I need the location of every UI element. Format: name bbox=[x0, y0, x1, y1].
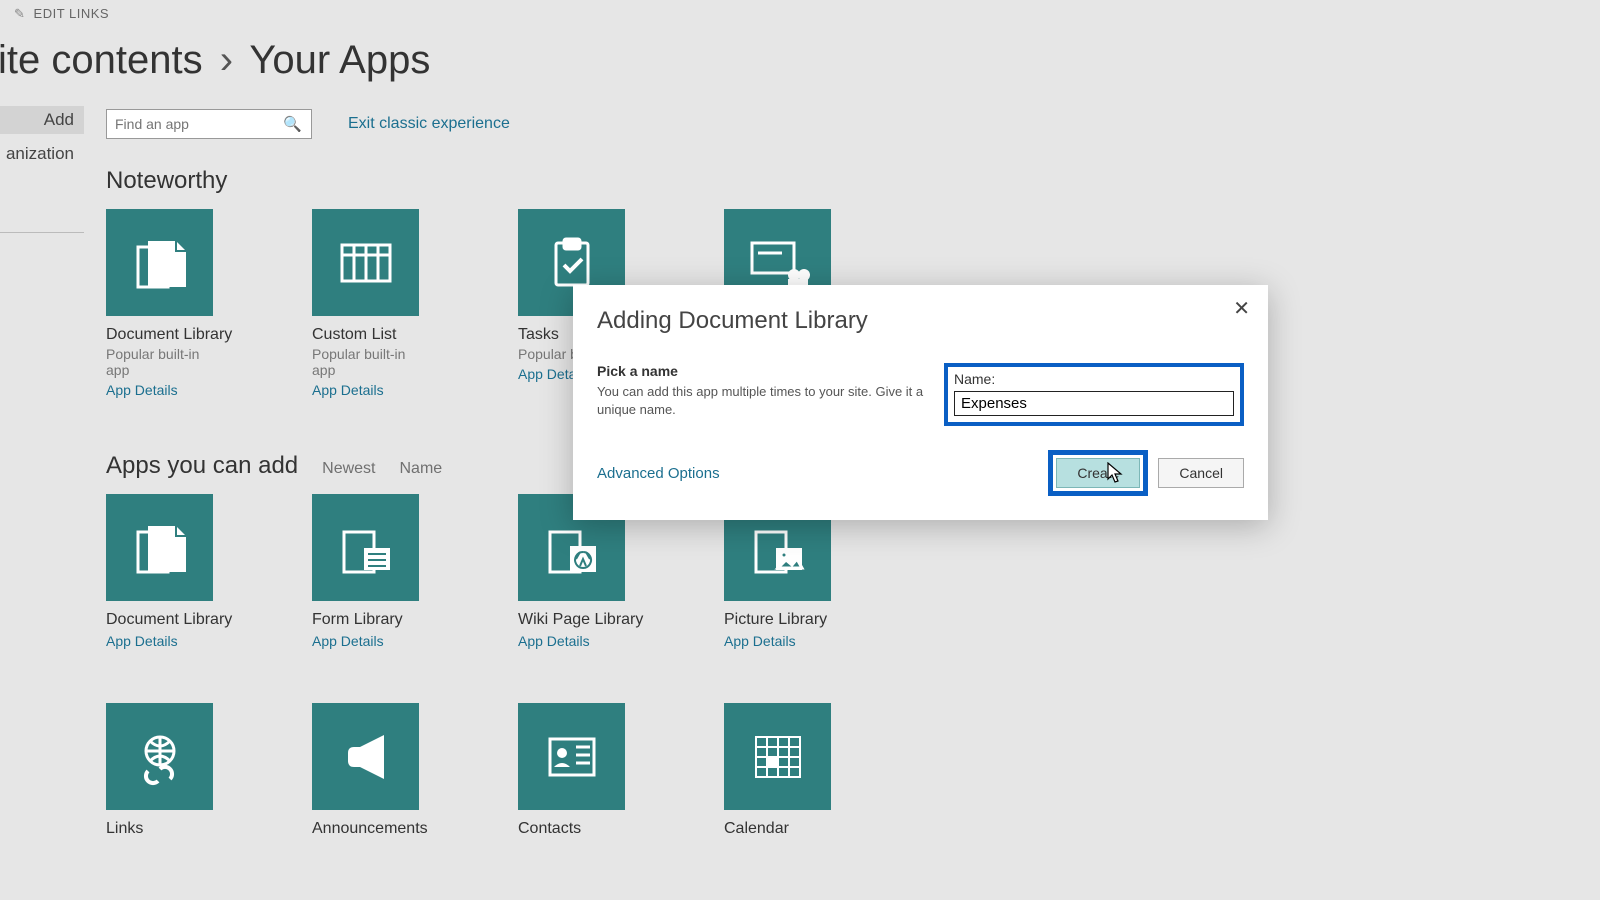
tile-document-library-2[interactable]: Document Library App Details bbox=[106, 494, 214, 649]
edit-links-bar[interactable]: ✎ EDIT LINKS bbox=[0, 0, 1600, 22]
cancel-button[interactable]: Cancel bbox=[1158, 458, 1244, 488]
form-library-icon[interactable] bbox=[312, 494, 419, 601]
addable-grid-2: Links Announcements Contacts Calendar bbox=[106, 703, 1600, 838]
calendar-icon[interactable] bbox=[724, 703, 831, 810]
sidebar-divider bbox=[0, 232, 84, 233]
create-highlight: Create bbox=[1048, 450, 1148, 496]
sidebar-item-organization[interactable]: anization bbox=[0, 140, 84, 168]
pencil-icon: ✎ bbox=[14, 6, 25, 22]
breadcrumb-sep: › bbox=[220, 38, 233, 82]
pick-name-label: Pick a name bbox=[597, 363, 924, 379]
sort-name[interactable]: Name bbox=[400, 460, 443, 478]
document-library-icon[interactable] bbox=[106, 209, 213, 316]
tile-title: Document Library bbox=[106, 326, 214, 344]
tile-links[interactable]: Links bbox=[106, 703, 214, 838]
search-box[interactable]: 🔍 bbox=[106, 109, 312, 139]
name-label: Name: bbox=[954, 371, 1234, 387]
tile-custom-list[interactable]: Custom List Popular built-in app App Det… bbox=[312, 209, 420, 398]
dialog-title: Adding Document Library bbox=[597, 307, 1244, 335]
tile-sub: Popular built-in app bbox=[106, 346, 214, 378]
page-title: ite contents › Your Apps bbox=[0, 22, 1600, 107]
section-apps-add: Apps you can add bbox=[106, 452, 298, 480]
tile-announcements[interactable]: Announcements bbox=[312, 703, 420, 838]
tile-title: Links bbox=[106, 820, 214, 838]
tile-calendar[interactable]: Calendar bbox=[724, 703, 832, 838]
custom-list-icon[interactable] bbox=[312, 209, 419, 316]
name-highlight: Name: bbox=[944, 363, 1244, 426]
pick-name-desc: You can add this app multiple times to y… bbox=[597, 383, 924, 418]
tile-sub: Popular built-in app bbox=[312, 346, 420, 378]
tile-contacts[interactable]: Contacts bbox=[518, 703, 626, 838]
breadcrumb-your-apps: Your Apps bbox=[249, 38, 430, 82]
app-details-link[interactable]: App Details bbox=[106, 382, 214, 398]
tile-title: Wiki Page Library bbox=[518, 611, 626, 629]
tile-title: Custom List bbox=[312, 326, 420, 344]
edit-links-label: EDIT LINKS bbox=[34, 6, 110, 21]
app-details-link[interactable]: App Details bbox=[518, 633, 626, 649]
advanced-options-link[interactable]: Advanced Options bbox=[597, 465, 720, 482]
app-details-link[interactable]: App Details bbox=[312, 382, 420, 398]
tile-title: Calendar bbox=[724, 820, 832, 838]
announcements-icon[interactable] bbox=[312, 703, 419, 810]
sidebar-item-add[interactable]: Add bbox=[0, 106, 84, 134]
search-input[interactable] bbox=[115, 116, 279, 132]
close-icon[interactable]: ✕ bbox=[1233, 299, 1250, 319]
exit-classic-link[interactable]: Exit classic experience bbox=[348, 115, 510, 133]
breadcrumb-site-contents[interactable]: ite contents bbox=[0, 38, 203, 82]
tile-title: Contacts bbox=[518, 820, 626, 838]
tile-title: Picture Library bbox=[724, 611, 832, 629]
app-details-link[interactable]: App Details bbox=[724, 633, 832, 649]
app-details-link[interactable]: App Details bbox=[106, 633, 214, 649]
name-input[interactable] bbox=[954, 391, 1234, 416]
tile-title: Form Library bbox=[312, 611, 420, 629]
tile-title: Announcements bbox=[312, 820, 420, 838]
tile-title: Document Library bbox=[106, 611, 214, 629]
links-icon[interactable] bbox=[106, 703, 213, 810]
add-document-library-dialog: ✕ Adding Document Library Pick a name Yo… bbox=[573, 285, 1268, 520]
search-icon[interactable]: 🔍 bbox=[279, 115, 306, 133]
section-noteworthy: Noteworthy bbox=[106, 167, 1600, 195]
tile-document-library[interactable]: Document Library Popular built-in app Ap… bbox=[106, 209, 214, 398]
create-button[interactable]: Create bbox=[1056, 458, 1140, 488]
contacts-icon[interactable] bbox=[518, 703, 625, 810]
document-library-icon[interactable] bbox=[106, 494, 213, 601]
tile-form-library[interactable]: Form Library App Details bbox=[312, 494, 420, 649]
app-details-link[interactable]: App Details bbox=[312, 633, 420, 649]
sort-newest[interactable]: Newest bbox=[322, 460, 375, 478]
